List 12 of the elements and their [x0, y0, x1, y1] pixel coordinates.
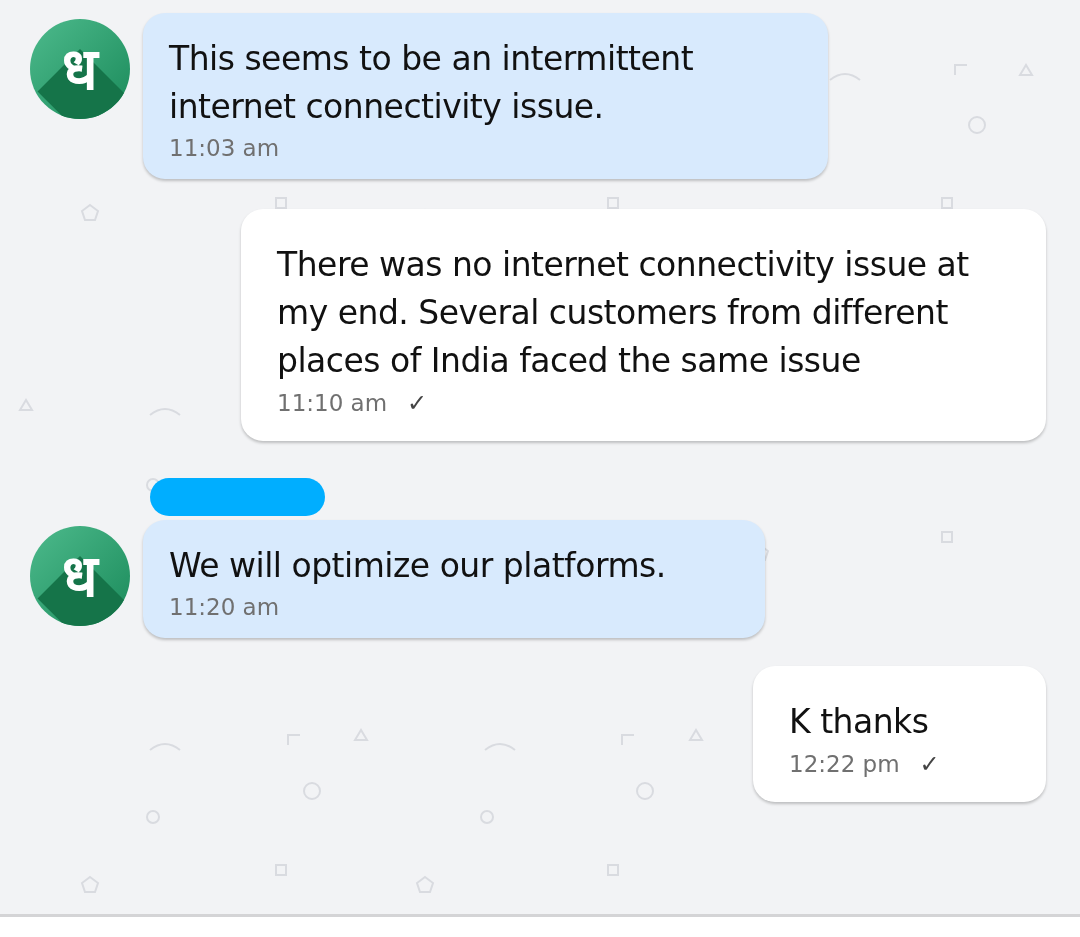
- message-time: 12:22 pm: [789, 751, 900, 777]
- avatar-icon: ध: [30, 19, 130, 119]
- avatar-icon: ध: [30, 526, 130, 626]
- message-time: 11:20 am: [169, 594, 280, 620]
- message-time: 11:10 am: [277, 390, 388, 416]
- message-text: There was no internet connectivity issue at my end. Several customers from different places of India faced the same issue: [277, 244, 970, 382]
- message-text: This seems to be an intermittent internet connectivity issue.: [169, 38, 695, 128]
- sent-tick: ✓: [407, 389, 428, 417]
- message-text: We will optimize our platforms.: [169, 545, 667, 587]
- message-text: K thanks: [789, 701, 930, 743]
- sent-tick: ✓: [919, 750, 940, 778]
- message-time: 11:03 am: [169, 135, 280, 161]
